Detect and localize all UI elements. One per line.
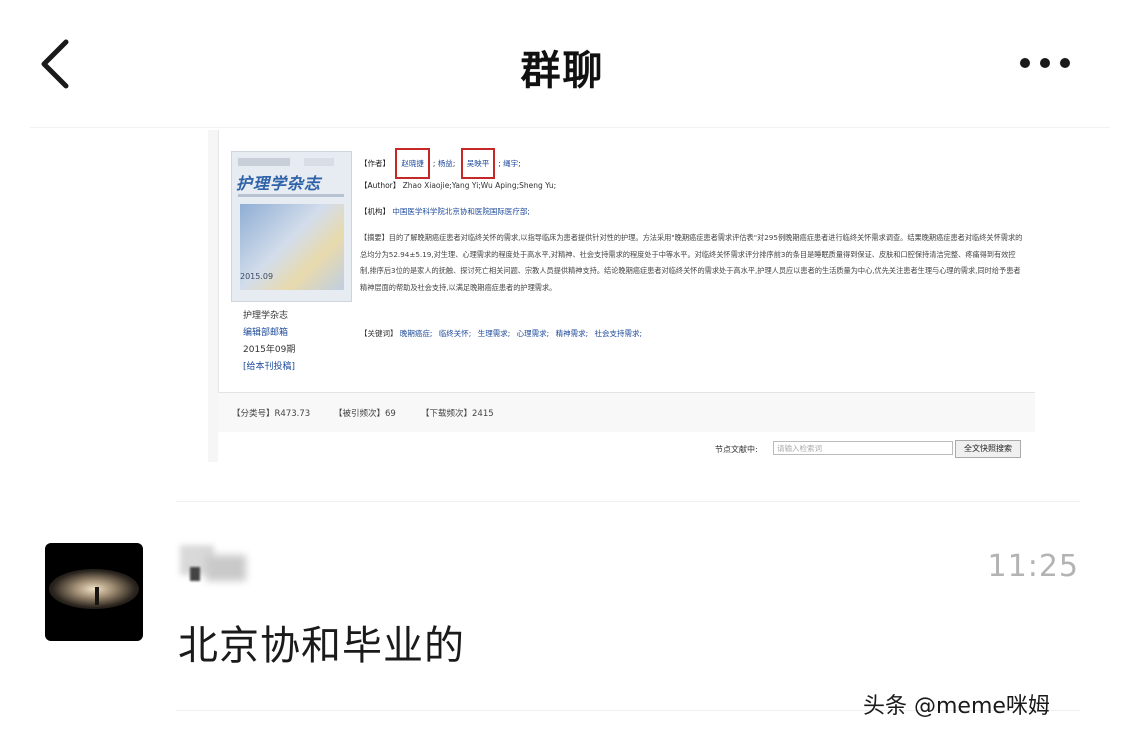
author-link[interactable]: 吴映平: [467, 159, 490, 168]
keyword-link[interactable]: 心理需求;: [517, 329, 550, 338]
stats-bar: 【分类号】R473.73 【被引频次】69 【下载频次】2415: [218, 392, 1035, 434]
cited-count: 【被引频次】69: [334, 409, 396, 419]
article-card: 护理学杂志 2015.09 护理学杂志 编辑部邮箱 2015年09期 [给本刊投…: [218, 130, 1035, 392]
header-divider: [30, 127, 1110, 128]
search-input[interactable]: 请输入检索词: [773, 441, 953, 455]
more-options-icon[interactable]: [1018, 50, 1074, 78]
cover-year: 2015.09: [240, 272, 274, 281]
abstract: 【摘要】目的了解晚期癌症患者对临终关怀的需求,以指导临床为患者提供针对性的护理。…: [360, 233, 1023, 292]
journal-cover: 护理学杂志 2015.09: [231, 151, 352, 302]
keyword-link[interactable]: 生理需求;: [478, 329, 511, 338]
classification: 【分类号】R473.73: [232, 409, 311, 419]
search-button[interactable]: 全文快照搜索: [955, 440, 1021, 458]
search-label: 节点文献中:: [715, 445, 758, 454]
keyword-link[interactable]: 临终关怀;: [439, 329, 472, 338]
download-count: 【下载频次】2415: [421, 409, 494, 419]
search-bar: 节点文献中: 请输入检索词 全文快照搜索: [218, 432, 1035, 462]
author-link[interactable]: 绳宇: [503, 159, 518, 168]
author-link[interactable]: 赵晓捷: [401, 159, 424, 168]
keyword-link[interactable]: 精神需求;: [556, 329, 589, 338]
sender-name-blurred: [176, 541, 248, 585]
message-text[interactable]: 北京协和毕业的: [178, 613, 465, 671]
shared-image[interactable]: 护理学杂志 2015.09 护理学杂志 编辑部邮箱 2015年09期 [给本刊投…: [208, 130, 1035, 462]
journal-issue: 2015年09期: [243, 345, 296, 355]
submit-link[interactable]: [给本刊投稿]: [243, 359, 295, 376]
message-time: 11:25: [987, 549, 1079, 584]
org-row: 【机构】 中国医学科学院北京协和医院国际医疗部;: [360, 207, 530, 216]
journal-meta: 护理学杂志 编辑部邮箱 2015年09期 [给本刊投稿]: [243, 308, 295, 376]
keyword-link[interactable]: 社会支持需求;: [595, 329, 643, 338]
keyword-link[interactable]: 晚期癌症;: [400, 329, 433, 338]
editor-email-link[interactable]: 编辑部邮箱: [243, 325, 295, 342]
message-divider: [176, 501, 1080, 502]
watermark: 头条 @meme咪姆: [863, 694, 1050, 719]
cover-title: 护理学杂志: [236, 174, 322, 193]
author-en-row: 【Author】 Zhao Xiaojie;Yang Yi;Wu Aping;S…: [360, 181, 557, 190]
author-link[interactable]: 杨益: [438, 159, 453, 168]
avatar[interactable]: [45, 543, 143, 641]
journal-name: 护理学杂志: [243, 311, 289, 321]
chat-title: 群聊: [520, 48, 605, 94]
org-link[interactable]: 中国医学科学院北京协和医院国际医疗部;: [392, 207, 530, 216]
keywords-row: 【关键词】 晚期癌症; 临终关怀; 生理需求; 心理需求; 精神需求; 社会支持…: [360, 329, 643, 338]
authors-row: 【作者】 赵晓捷; 杨益; 吴映平; 绳宇;: [360, 148, 521, 179]
